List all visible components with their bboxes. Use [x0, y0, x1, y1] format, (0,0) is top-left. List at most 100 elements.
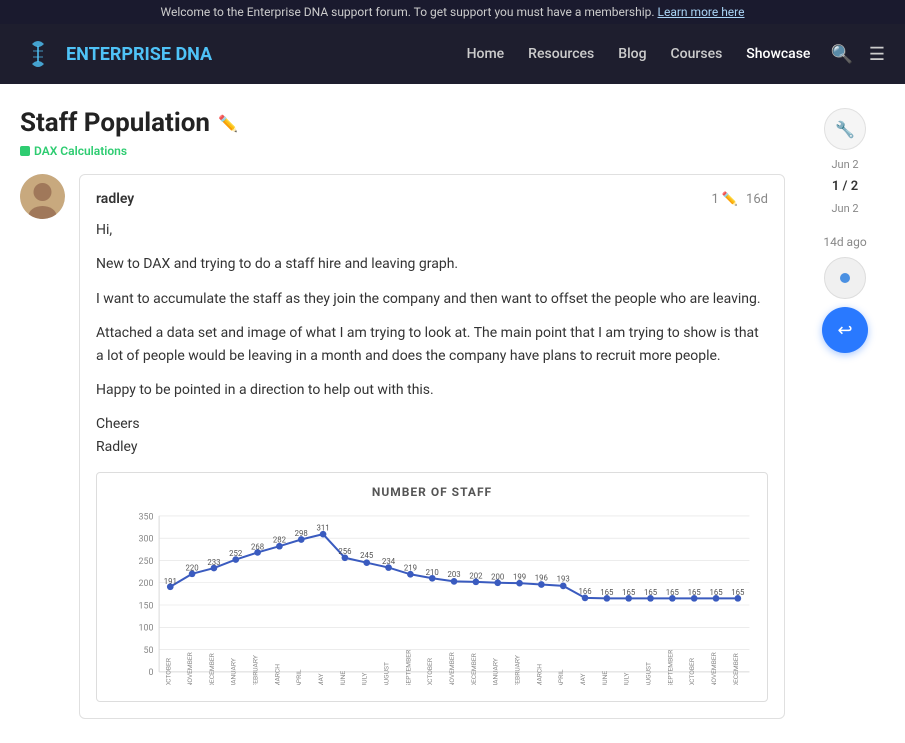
post-line-2: New to DAX and trying to do a staff hire…: [96, 253, 768, 275]
post-timestamp: 16d: [746, 192, 768, 207]
svg-text:DECEMBER: DECEMBER: [470, 653, 478, 685]
svg-text:203: 203: [447, 570, 460, 579]
svg-text:282: 282: [273, 536, 287, 545]
avatar-image: [20, 174, 65, 219]
svg-text:OCTOBER: OCTOBER: [426, 658, 434, 685]
page-title-row: Staff Population ✏️: [20, 108, 785, 138]
page-title: Staff Population: [20, 108, 210, 138]
svg-text:JULY: JULY: [361, 673, 369, 686]
svg-text:MAY: MAY: [579, 674, 587, 686]
edit-title-icon[interactable]: ✏️: [218, 114, 238, 133]
svg-text:202: 202: [469, 571, 483, 580]
post-author: radley: [96, 191, 134, 207]
svg-text:AUGUST: AUGUST: [645, 662, 653, 685]
top-banner: Welcome to the Enterprise DNA support fo…: [0, 0, 905, 24]
navbar: ENTERPRISE DNA Home Resources Blog Cours…: [0, 24, 905, 84]
svg-text:JANUARY: JANUARY: [230, 658, 238, 685]
nav-item-home[interactable]: Home: [467, 46, 505, 62]
svg-text:196: 196: [535, 574, 548, 583]
svg-text:JULY: JULY: [623, 673, 631, 686]
sidebar-date-2: Jun 2: [831, 202, 858, 215]
chart-title: NUMBER OF STAFF: [109, 485, 755, 499]
wrench-button[interactable]: 🔧: [824, 108, 866, 150]
post-card: radley 1 ✏️ 16d Hi, New to DAX and tryin…: [79, 174, 785, 719]
avatar: [20, 174, 65, 219]
svg-text:JUNE: JUNE: [339, 671, 347, 686]
svg-text:JANUARY: JANUARY: [492, 658, 500, 685]
svg-text:AUGUST: AUGUST: [383, 662, 391, 685]
nav-item-resources[interactable]: Resources: [528, 46, 594, 62]
svg-text:165: 165: [622, 588, 636, 597]
sidebar-time-ago: 14d ago: [823, 235, 866, 249]
svg-text:FEBRUARY: FEBRUARY: [514, 655, 522, 685]
svg-text:MARCH: MARCH: [535, 664, 543, 685]
svg-text:NOVEMBER: NOVEMBER: [710, 652, 718, 685]
svg-text:DECEMBER: DECEMBER: [732, 653, 740, 685]
svg-text:245: 245: [360, 551, 374, 560]
svg-text:JUNE: JUNE: [601, 671, 609, 686]
staff-chart: 0 50 100 150 200 250 300 350: [109, 507, 755, 685]
post-edit-count: 1 ✏️: [712, 192, 739, 207]
post-meta: 1 ✏️ 16d: [712, 192, 768, 207]
reply-button[interactable]: ↩: [822, 307, 868, 353]
svg-text:FEBRUARY: FEBRUARY: [252, 655, 260, 685]
svg-text:199: 199: [513, 573, 526, 582]
chart-container: NUMBER OF STAFF: [96, 472, 768, 702]
svg-text:191: 191: [164, 577, 177, 586]
nav-item-showcase[interactable]: Showcase: [746, 46, 810, 62]
svg-text:100: 100: [139, 624, 154, 634]
post-header: radley 1 ✏️ 16d: [96, 191, 768, 207]
nav-item-blog[interactable]: Blog: [618, 46, 646, 62]
svg-text:165: 165: [644, 588, 658, 597]
svg-text:165: 165: [731, 588, 745, 597]
tag-badge[interactable]: DAX Calculations: [20, 144, 127, 158]
post-line-1: Hi,: [96, 219, 768, 241]
sidebar-date-1: Jun 2: [831, 158, 858, 171]
svg-text:165: 165: [600, 588, 614, 597]
banner-text: Welcome to the Enterprise DNA support fo…: [160, 5, 654, 19]
svg-text:252: 252: [229, 549, 243, 558]
reply-icon: ↩: [837, 320, 852, 341]
svg-text:NOVEMBER: NOVEMBER: [186, 652, 194, 685]
svg-text:256: 256: [338, 547, 351, 556]
post-container: radley 1 ✏️ 16d Hi, New to DAX and tryin…: [20, 174, 785, 719]
svg-text:APRIL: APRIL: [557, 669, 565, 685]
blue-dot: [840, 273, 850, 283]
svg-text:350: 350: [139, 512, 154, 522]
svg-text:SEPTEMBER: SEPTEMBER: [666, 650, 674, 685]
dot-button[interactable]: [824, 257, 866, 299]
pencil-icon: ✏️: [722, 192, 738, 207]
svg-text:233: 233: [207, 558, 220, 567]
svg-text:DECEMBER: DECEMBER: [208, 653, 216, 685]
main-content: Staff Population ✏️ DAX Calculations rad…: [0, 84, 905, 743]
nav-menu: Home Resources Blog Courses Showcase: [467, 46, 811, 62]
svg-text:MARCH: MARCH: [273, 664, 281, 685]
banner-link[interactable]: Learn more here: [658, 5, 745, 19]
nav-item-courses[interactable]: Courses: [671, 46, 723, 62]
menu-icon[interactable]: ☰: [869, 44, 885, 65]
site-logo[interactable]: ENTERPRISE DNA: [20, 36, 212, 72]
sidebar-pagination: 1 / 2: [832, 179, 858, 194]
svg-text:219: 219: [404, 564, 417, 573]
svg-text:250: 250: [139, 557, 154, 567]
post-body: Hi, New to DAX and trying to do a staff …: [96, 219, 768, 458]
svg-text:MAY: MAY: [317, 674, 325, 686]
post-line-4: Attached a data set and image of what I …: [96, 322, 768, 367]
navbar-icons: 🔍 ☰: [830, 44, 885, 65]
right-sidebar: 🔧 Jun 2 1 / 2 Jun 2 14d ago ↩: [805, 108, 885, 719]
svg-text:300: 300: [139, 535, 154, 545]
svg-text:50: 50: [144, 646, 154, 656]
svg-text:193: 193: [557, 575, 570, 584]
svg-text:234: 234: [382, 557, 396, 566]
logo-text: ENTERPRISE DNA: [66, 44, 212, 65]
post-line-6: CheersRadley: [96, 413, 768, 458]
svg-text:OCTOBER: OCTOBER: [164, 658, 172, 685]
svg-text:220: 220: [186, 564, 199, 573]
svg-text:268: 268: [251, 542, 264, 551]
search-icon[interactable]: 🔍: [830, 44, 852, 65]
svg-text:0: 0: [149, 668, 154, 678]
svg-text:311: 311: [317, 524, 330, 533]
chart-svg-wrapper: 0 50 100 150 200 250 300 350: [109, 507, 755, 689]
svg-text:150: 150: [139, 601, 154, 611]
svg-text:165: 165: [666, 588, 680, 597]
